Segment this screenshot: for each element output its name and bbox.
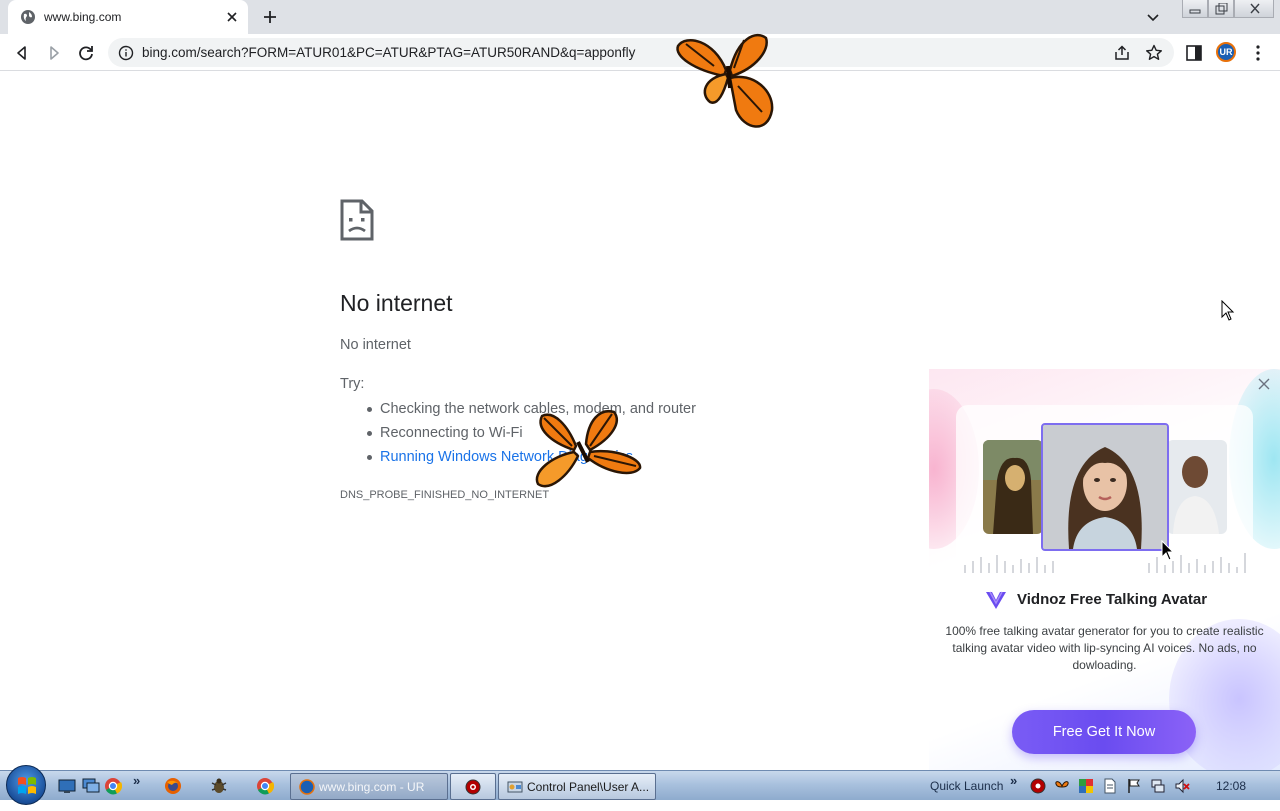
address-bar[interactable]: bing.com/search?FORM=ATUR01&PC=ATUR&PTAG… xyxy=(108,38,1174,67)
ad-popup[interactable]: Vidnoz Free Talking Avatar 100% free tal… xyxy=(929,369,1280,770)
ur-browser-icon xyxy=(299,779,315,795)
tab-strip: www.bing.com xyxy=(0,0,1280,34)
sad-page-icon xyxy=(340,199,374,241)
close-tab-icon[interactable] xyxy=(222,7,242,27)
minimize-icon xyxy=(1189,9,1201,14)
ad-brand: Vidnoz Free Talking Avatar xyxy=(985,588,1235,612)
close-icon xyxy=(1250,3,1260,14)
bug-app-icon[interactable] xyxy=(210,777,228,795)
taskbar-item-browser[interactable]: www.bing.com - UR xyxy=(290,773,448,800)
error-code: DNS_PROBE_FINISHED_NO_INTERNET xyxy=(340,489,550,501)
error-title: No internet xyxy=(340,290,453,316)
tab-title: www.bing.com xyxy=(44,10,122,24)
restore-button[interactable] xyxy=(1208,0,1234,18)
switch-windows-icon[interactable] xyxy=(82,777,100,795)
taskbar-item-control-panel[interactable]: Control Panel\User A... xyxy=(498,773,656,800)
forward-button[interactable] xyxy=(42,41,66,65)
colorful-tray-icon[interactable] xyxy=(1078,778,1094,794)
share-icon[interactable] xyxy=(1112,43,1132,63)
volume-muted-icon[interactable] xyxy=(1174,778,1190,794)
system-clock[interactable]: 12:08 xyxy=(1216,779,1246,793)
network-tray-icon[interactable] xyxy=(1150,778,1166,794)
taskbar-item-label: www.bing.com - UR xyxy=(319,780,425,794)
side-panel-icon[interactable] xyxy=(1184,43,1204,63)
taskbar-item-label: Control Panel\User A... xyxy=(527,780,650,794)
error-subtitle: No internet xyxy=(340,337,411,353)
red-tray-icon[interactable] xyxy=(1030,778,1046,794)
globe-icon xyxy=(21,10,35,24)
browser-tab[interactable]: www.bing.com xyxy=(8,0,248,34)
vidnoz-logo-icon xyxy=(986,591,1006,609)
man-avatar-image xyxy=(1167,440,1227,534)
show-desktop-icon[interactable] xyxy=(58,777,76,795)
ad-description: 100% free talking avatar generator for y… xyxy=(945,624,1264,672)
restore-icon xyxy=(1215,3,1228,15)
back-button[interactable] xyxy=(10,41,34,65)
tab-search-chevron-icon[interactable] xyxy=(1142,7,1164,27)
woman-avatar-image xyxy=(1041,423,1169,551)
quick-launch-chevron-icon[interactable]: » xyxy=(1010,773,1017,788)
chrome-icon[interactable] xyxy=(104,777,122,795)
mouse-cursor-icon xyxy=(1161,540,1175,561)
url-text[interactable]: bing.com/search?FORM=ATUR01&PC=ATUR&PTAG… xyxy=(142,45,635,60)
butterfly-icon xyxy=(676,33,774,128)
new-tab-button[interactable] xyxy=(258,6,282,28)
chrome-icon[interactable] xyxy=(256,777,274,795)
reload-button[interactable] xyxy=(74,41,98,65)
red-app-icon xyxy=(465,779,481,795)
quick-launch-label: Quick Launch xyxy=(930,779,1004,793)
firefox-icon[interactable] xyxy=(164,777,182,795)
ad-close-icon[interactable] xyxy=(1257,377,1271,391)
minimize-button[interactable] xyxy=(1182,0,1208,18)
close-window-button[interactable] xyxy=(1234,0,1274,18)
more-quick-launch-chevron-icon[interactable]: » xyxy=(133,773,140,788)
start-button[interactable] xyxy=(6,765,46,805)
windows-logo-icon xyxy=(18,777,36,794)
action-center-flag-icon[interactable] xyxy=(1126,778,1142,794)
butterfly-tray-icon[interactable] xyxy=(1054,778,1070,794)
taskbar-item-app[interactable] xyxy=(450,773,496,800)
info-icon[interactable] xyxy=(118,45,134,61)
browser-toolbar: bing.com/search?FORM=ATUR01&PC=ATUR&PTAG… xyxy=(0,34,1280,71)
butterfly-icon xyxy=(535,410,642,488)
control-panel-icon xyxy=(507,781,523,793)
bookmark-star-icon[interactable] xyxy=(1144,43,1164,63)
more-menu-icon[interactable] xyxy=(1250,43,1266,63)
profile-avatar[interactable]: UR xyxy=(1216,42,1236,62)
taskbar: » www.bing.com - UR Control Panel\User A… xyxy=(0,765,1280,805)
try-label: Try: xyxy=(340,376,365,392)
document-tray-icon[interactable] xyxy=(1102,778,1118,794)
ad-brand-name: Vidnoz Free Talking Avatar xyxy=(1017,591,1208,608)
mona-lisa-avatar-image xyxy=(983,440,1043,534)
audio-waveform xyxy=(964,553,1246,573)
free-get-it-now-button[interactable]: Free Get It Now xyxy=(1012,710,1196,754)
mouse-cursor-icon xyxy=(1221,300,1235,321)
